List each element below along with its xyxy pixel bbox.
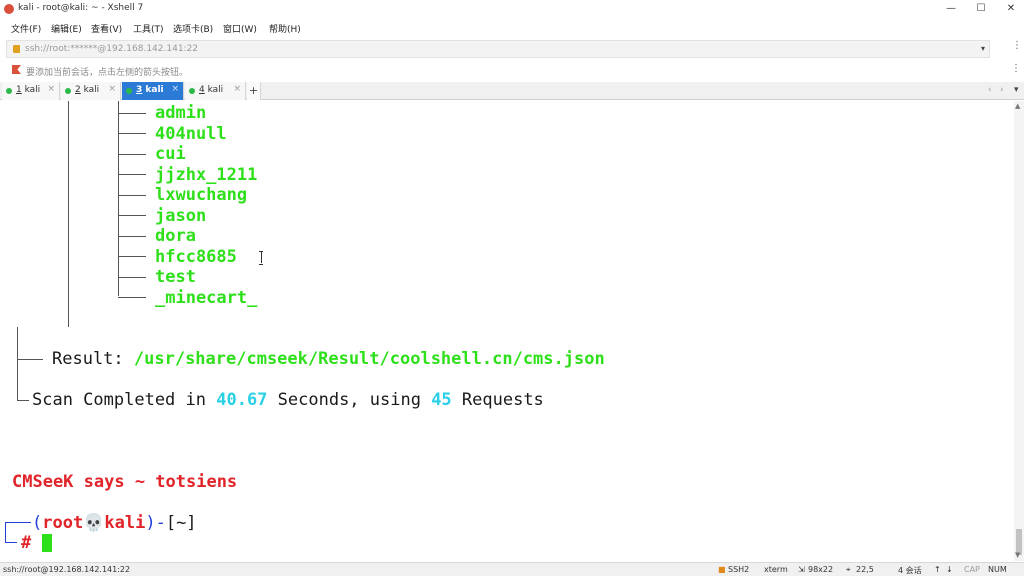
menu-tabs[interactable]: 选项卡(B)	[173, 22, 213, 35]
connected-dot-icon	[65, 88, 71, 94]
address-input[interactable]: ssh://root:******@192.168.142.141:22	[25, 44, 198, 54]
cmseek-farewell: CMSeeK says ~ totsiens	[12, 472, 238, 492]
scroll-up-icon[interactable]: ▲	[1015, 102, 1020, 110]
prompt-line	[5, 542, 17, 543]
maximize-button[interactable]: ☐	[966, 0, 996, 18]
tree-branch-line	[118, 256, 146, 257]
user-entry: _minecart_	[155, 288, 258, 308]
tab-session-1[interactable]: 1 kali ×	[2, 82, 60, 100]
prompt-hash: #	[21, 533, 32, 553]
status-cursor-pos: 22,5	[856, 565, 874, 574]
result-line: Result: /usr/share/cmseek/Result/coolshe…	[52, 349, 605, 369]
text-cursor-icon	[259, 251, 263, 265]
tree-branch-line	[118, 297, 146, 298]
status-terminal-type: xterm	[764, 565, 788, 574]
connected-dot-icon	[189, 88, 195, 94]
tab-session-4[interactable]: 4 kali ×	[185, 82, 246, 100]
tree-branch-line	[118, 154, 146, 155]
terminal-size-icon: ⇲	[798, 565, 805, 574]
status-connection: ssh://root@192.168.142.141:22	[3, 565, 131, 574]
tab-close-icon[interactable]: ×	[233, 84, 241, 94]
tree-branch-line	[118, 101, 119, 296]
tree-branch-line	[118, 236, 146, 237]
add-session-arrow-icon[interactable]	[12, 65, 21, 74]
tab-close-icon[interactable]: ×	[108, 84, 116, 94]
hint-bar: 要添加当前会话，点击左侧的箭头按钮。	[0, 60, 1024, 80]
tab-list-icon[interactable]: ▾	[1014, 85, 1019, 95]
menu-view[interactable]: 查看(V)	[91, 22, 122, 35]
more-options-icon[interactable]: ⋮	[1012, 40, 1022, 51]
xshell-logo-icon	[4, 4, 14, 14]
tab-session-3[interactable]: 3 kali ×	[122, 82, 184, 100]
tab-label: 3 kali	[136, 85, 164, 95]
menu-edit[interactable]: 编辑(E)	[51, 22, 82, 35]
address-bar[interactable]: ssh://root:******@192.168.142.141:22 ▾	[6, 40, 990, 58]
menu-tools[interactable]: 工具(T)	[133, 22, 164, 35]
user-entry: test	[155, 267, 196, 287]
status-num-lock: NUM	[988, 565, 1007, 574]
tab-label: 1 kali	[16, 85, 41, 95]
menu-window[interactable]: 窗口(W)	[223, 22, 257, 35]
tree-branch-line	[17, 327, 18, 401]
lock-icon: ■	[718, 565, 726, 574]
menu-help[interactable]: 帮助(H)	[269, 22, 301, 35]
status-sessions: 4 会话	[898, 566, 922, 575]
close-button[interactable]: ✕	[996, 0, 1024, 18]
user-entry: lxwuchang	[155, 185, 248, 205]
status-bar: ssh://root@192.168.142.141:22 ■ SSH2 xte…	[0, 562, 1024, 576]
tree-branch-line	[118, 277, 146, 278]
hint-text: 要添加当前会话，点击左侧的箭头按钮。	[26, 68, 189, 78]
user-entry: dora	[155, 226, 196, 246]
status-protocol: SSH2	[728, 565, 750, 574]
tree-branch-line	[17, 400, 29, 401]
terminal-cursor	[42, 534, 52, 552]
tab-prev-icon[interactable]: ‹	[988, 85, 992, 95]
prompt-line	[5, 522, 31, 523]
menu-bar: 文件(F) 编辑(E) 查看(V) 工具(T) 选项卡(B) 窗口(W) 帮助(…	[0, 18, 1024, 38]
user-entry: jason	[155, 206, 207, 226]
tab-label: 2 kali	[75, 85, 100, 95]
status-size: 98x22	[808, 565, 834, 574]
scan-summary-line: Scan Completed in 40.67 Seconds, using 4…	[32, 390, 544, 410]
cursor-pos-icon: ⌖	[846, 565, 851, 574]
user-entry: jjzhx_1211	[155, 165, 258, 185]
tab-session-2[interactable]: 2 kali ×	[61, 82, 121, 100]
tab-bar: 1 kali × 2 kali × 3 kali × 4 kali × + ‹ …	[0, 82, 1024, 100]
tree-branch-line	[68, 101, 69, 327]
connected-dot-icon	[126, 88, 132, 94]
hint-menu-icon[interactable]: ⋮	[1011, 63, 1021, 74]
window-title: kali - root@kali: ~ - Xshell 7	[18, 3, 144, 13]
menu-file[interactable]: 文件(F)	[11, 22, 41, 35]
sessions-up-icon[interactable]: ↑	[934, 565, 941, 574]
tab-label: 4 kali	[199, 85, 224, 95]
tab-next-icon[interactable]: ›	[1000, 85, 1004, 95]
new-tab-button[interactable]: +	[247, 82, 261, 100]
skull-icon: 💀	[83, 513, 105, 533]
tree-branch-line	[118, 195, 146, 196]
minimize-button[interactable]: —	[936, 0, 966, 18]
terminal-area[interactable]: admin 404null cui jjzhx_1211 lxwuchang j…	[0, 101, 1014, 561]
tab-close-icon[interactable]: ×	[171, 84, 179, 94]
user-entry: admin	[155, 103, 207, 123]
tree-branch-line	[17, 359, 43, 360]
tree-branch-line	[118, 174, 146, 175]
tree-branch-line	[118, 215, 146, 216]
status-caps-lock: CAP	[964, 565, 980, 574]
user-entry: 404null	[155, 124, 227, 144]
sessions-down-icon[interactable]: ↓	[946, 565, 953, 574]
tree-branch-line	[118, 133, 146, 134]
user-entry: cui	[155, 144, 186, 164]
tab-close-icon[interactable]: ×	[47, 84, 55, 94]
title-bar: kali - root@kali: ~ - Xshell 7 — ☐ ✕	[0, 0, 1024, 18]
connected-dot-icon	[6, 88, 12, 94]
scroll-down-icon[interactable]: ▼	[1015, 551, 1020, 559]
address-dropdown-icon[interactable]: ▾	[981, 44, 985, 53]
terminal-scrollbar[interactable]: ▲ ▼	[1014, 101, 1024, 561]
prompt-header: (root💀kali)-[~]	[32, 513, 197, 533]
user-entry: hfcc8685	[155, 247, 237, 267]
prompt-line	[5, 522, 6, 542]
lock-icon	[13, 45, 20, 53]
tree-branch-line	[118, 113, 146, 114]
